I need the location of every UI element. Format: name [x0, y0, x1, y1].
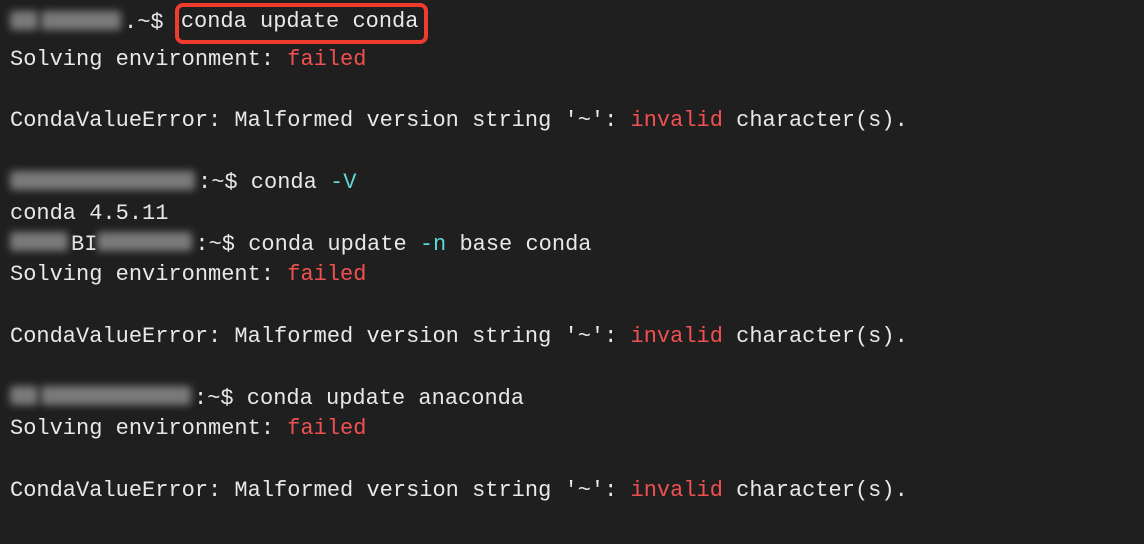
terminal-line: CondaValueError: Malformed version strin…: [10, 322, 1134, 353]
terminal-text: :~$ conda update anaconda: [194, 386, 524, 411]
terminal-line: [10, 137, 1134, 168]
error-text: failed: [287, 262, 366, 287]
terminal-text: conda 4.5.11: [10, 201, 168, 226]
terminal-text: .~$: [124, 10, 177, 35]
terminal-text: :~$ conda update: [195, 232, 419, 257]
error-text: invalid: [631, 478, 723, 503]
terminal-line: BI :~$ conda update -n base conda: [10, 230, 1134, 261]
terminal-line: CondaValueError: Malformed version strin…: [10, 476, 1134, 507]
terminal-text: BI: [71, 232, 97, 257]
terminal-line: [10, 353, 1134, 384]
terminal-text: character(s).: [723, 324, 908, 349]
terminal-text: CondaValueError: Malformed version strin…: [10, 324, 631, 349]
highlighted-command: conda update conda: [175, 3, 429, 44]
terminal-line: [10, 291, 1134, 322]
redacted-text: [41, 386, 191, 405]
redacted-text: [10, 171, 195, 190]
terminal-line: Solving environment: failed: [10, 414, 1134, 445]
terminal-line: Solving environment: failed: [10, 260, 1134, 291]
terminal-line: [10, 445, 1134, 476]
error-text: invalid: [631, 108, 723, 133]
terminal-text: conda update conda: [181, 9, 419, 34]
terminal-text: base conda: [446, 232, 591, 257]
error-text: failed: [287, 416, 366, 441]
terminal-text: character(s).: [723, 108, 908, 133]
redacted-text: [97, 232, 192, 251]
terminal-text: CondaValueError: Malformed version strin…: [10, 478, 631, 503]
redacted-text: [10, 232, 68, 251]
terminal-line: :~$ conda -V: [10, 168, 1134, 199]
terminal-line: CondaValueError: Malformed version strin…: [10, 106, 1134, 137]
terminal-text: character(s).: [723, 478, 908, 503]
terminal-line: Solving environment: failed: [10, 45, 1134, 76]
redacted-text: [41, 11, 121, 30]
terminal-output: .~$ conda update condaSolving environmen…: [0, 0, 1144, 517]
terminal-text: Solving environment:: [10, 416, 287, 441]
error-text: failed: [287, 47, 366, 72]
terminal-text: Solving environment:: [10, 262, 287, 287]
terminal-line: conda 4.5.11: [10, 199, 1134, 230]
option-flag: -n: [420, 232, 446, 257]
terminal-text: CondaValueError: Malformed version strin…: [10, 108, 631, 133]
terminal-line: :~$ conda update anaconda: [10, 384, 1134, 415]
error-text: invalid: [631, 324, 723, 349]
option-flag: -V: [330, 170, 356, 195]
redacted-text: [10, 386, 38, 405]
terminal-text: Solving environment:: [10, 47, 287, 72]
redacted-text: [10, 11, 38, 30]
terminal-line: [10, 76, 1134, 107]
terminal-line: .~$ conda update conda: [10, 4, 1134, 45]
terminal-text: :~$ conda: [198, 170, 330, 195]
